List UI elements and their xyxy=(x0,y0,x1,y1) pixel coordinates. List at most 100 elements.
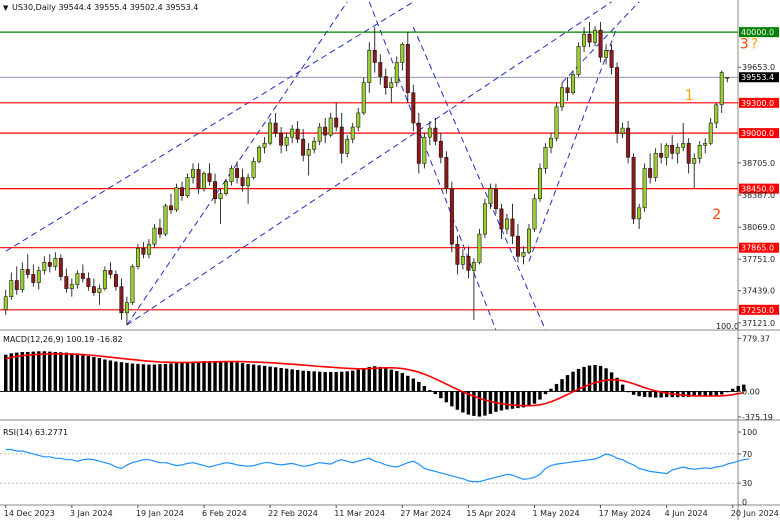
candle-body xyxy=(334,117,339,128)
macd-bar xyxy=(70,353,74,392)
candle-body xyxy=(246,177,251,186)
candle-body xyxy=(538,168,542,199)
wave-annotation: 2 xyxy=(712,207,721,223)
candle-body xyxy=(449,188,454,245)
candle-body xyxy=(482,203,487,235)
candle-body xyxy=(174,187,179,211)
candle-body xyxy=(9,280,14,297)
macd-bar xyxy=(593,364,597,392)
candle-body xyxy=(455,243,460,265)
candle-body xyxy=(119,286,124,314)
candle-body xyxy=(36,270,41,283)
candle-body xyxy=(350,126,355,140)
candle-body xyxy=(593,29,598,43)
candle-body xyxy=(692,158,697,164)
candle-body xyxy=(251,161,256,178)
macd-bar xyxy=(218,361,223,392)
candle-body xyxy=(681,142,686,148)
candle-body xyxy=(394,62,399,83)
macd-bar xyxy=(26,351,30,392)
symbol-dropdown-icon[interactable]: ▼ xyxy=(3,4,9,12)
macd-bar xyxy=(620,384,625,392)
chart-canvas[interactable]: 40000.039300.039000.038450.037865.037250… xyxy=(0,0,780,520)
macd-bar xyxy=(422,385,427,392)
macd-bar xyxy=(268,366,272,392)
date-tick-label: 22 Feb 2024 xyxy=(268,509,318,518)
macd-bar xyxy=(312,371,316,392)
date-tick-label: 11 Mar 2024 xyxy=(334,509,385,518)
candle-body xyxy=(235,168,240,178)
macd-bar xyxy=(571,371,575,392)
macd-tick-label: 0.00 xyxy=(742,387,760,396)
macd-bar xyxy=(108,360,113,392)
candle-body xyxy=(488,188,493,205)
macd-bar xyxy=(279,367,283,392)
macd-bar xyxy=(37,351,41,392)
candle-body xyxy=(146,243,151,255)
candle-body xyxy=(493,188,498,210)
macd-bar xyxy=(4,354,8,392)
date-tick-label: 3 Jan 2024 xyxy=(70,509,113,518)
macd-bar xyxy=(15,352,19,392)
macd-bar xyxy=(406,375,410,392)
candle-body xyxy=(560,87,564,108)
macd-bar xyxy=(224,361,228,392)
macd-bar xyxy=(384,368,388,392)
macd-bar xyxy=(169,363,173,392)
candle-body xyxy=(339,126,344,154)
candle-body xyxy=(262,142,267,148)
candle-body xyxy=(664,144,669,158)
macd-bar xyxy=(306,371,311,392)
price-tick-label: 38705.0 xyxy=(742,159,775,168)
candle-body xyxy=(642,168,647,209)
rsi-tick-label: 0 xyxy=(742,498,747,507)
macd-bar xyxy=(400,373,405,392)
candle-body xyxy=(75,273,80,285)
wave-annotation: ? xyxy=(751,36,758,52)
candle-body xyxy=(554,106,559,139)
price-tick-label: 37439.0 xyxy=(742,287,775,296)
macd-tick-label: -375.19 xyxy=(742,413,773,422)
macd-bar xyxy=(141,364,146,392)
candle-body xyxy=(367,50,372,83)
wave-annotation: 1 xyxy=(685,88,694,104)
macd-bar xyxy=(119,362,124,392)
price-tick-label: 37121.0 xyxy=(742,319,775,328)
candle-body xyxy=(185,177,190,196)
macd-bar xyxy=(251,364,256,392)
macd-bar xyxy=(648,391,652,398)
macd-bar xyxy=(681,391,685,397)
macd-bar xyxy=(543,391,548,395)
macd-bar xyxy=(549,388,553,392)
candle-body xyxy=(64,276,69,289)
candle-body xyxy=(604,50,609,58)
candle-body xyxy=(124,302,129,314)
candle-body xyxy=(416,122,421,164)
candle-body xyxy=(466,256,471,271)
candle-body xyxy=(708,122,713,144)
candle-body xyxy=(202,173,206,189)
candle-body xyxy=(659,153,664,158)
candle-body xyxy=(620,127,625,134)
macd-bar xyxy=(53,351,58,392)
macd-bar xyxy=(257,365,261,392)
candle-body xyxy=(378,62,383,77)
macd-bar xyxy=(240,363,245,392)
macd-bar xyxy=(301,370,305,392)
candle-body xyxy=(152,227,157,245)
candle-body xyxy=(504,218,509,230)
macd-header: MACD(12,26,9) 100.19 -16.82 xyxy=(3,335,123,344)
candle-body xyxy=(543,146,548,169)
date-tick-label: 1 May 2024 xyxy=(532,509,579,518)
macd-bar xyxy=(428,390,432,392)
candle-body xyxy=(113,274,118,287)
level-label: 37865.0 xyxy=(741,244,774,253)
macd-bar xyxy=(213,361,217,392)
macd-bar xyxy=(207,361,212,392)
candle-body xyxy=(130,266,135,303)
candle-body xyxy=(14,280,19,290)
candle-body xyxy=(284,136,289,146)
macd-bar xyxy=(48,351,52,392)
macd-bar xyxy=(378,366,382,392)
candle-body xyxy=(703,142,708,146)
